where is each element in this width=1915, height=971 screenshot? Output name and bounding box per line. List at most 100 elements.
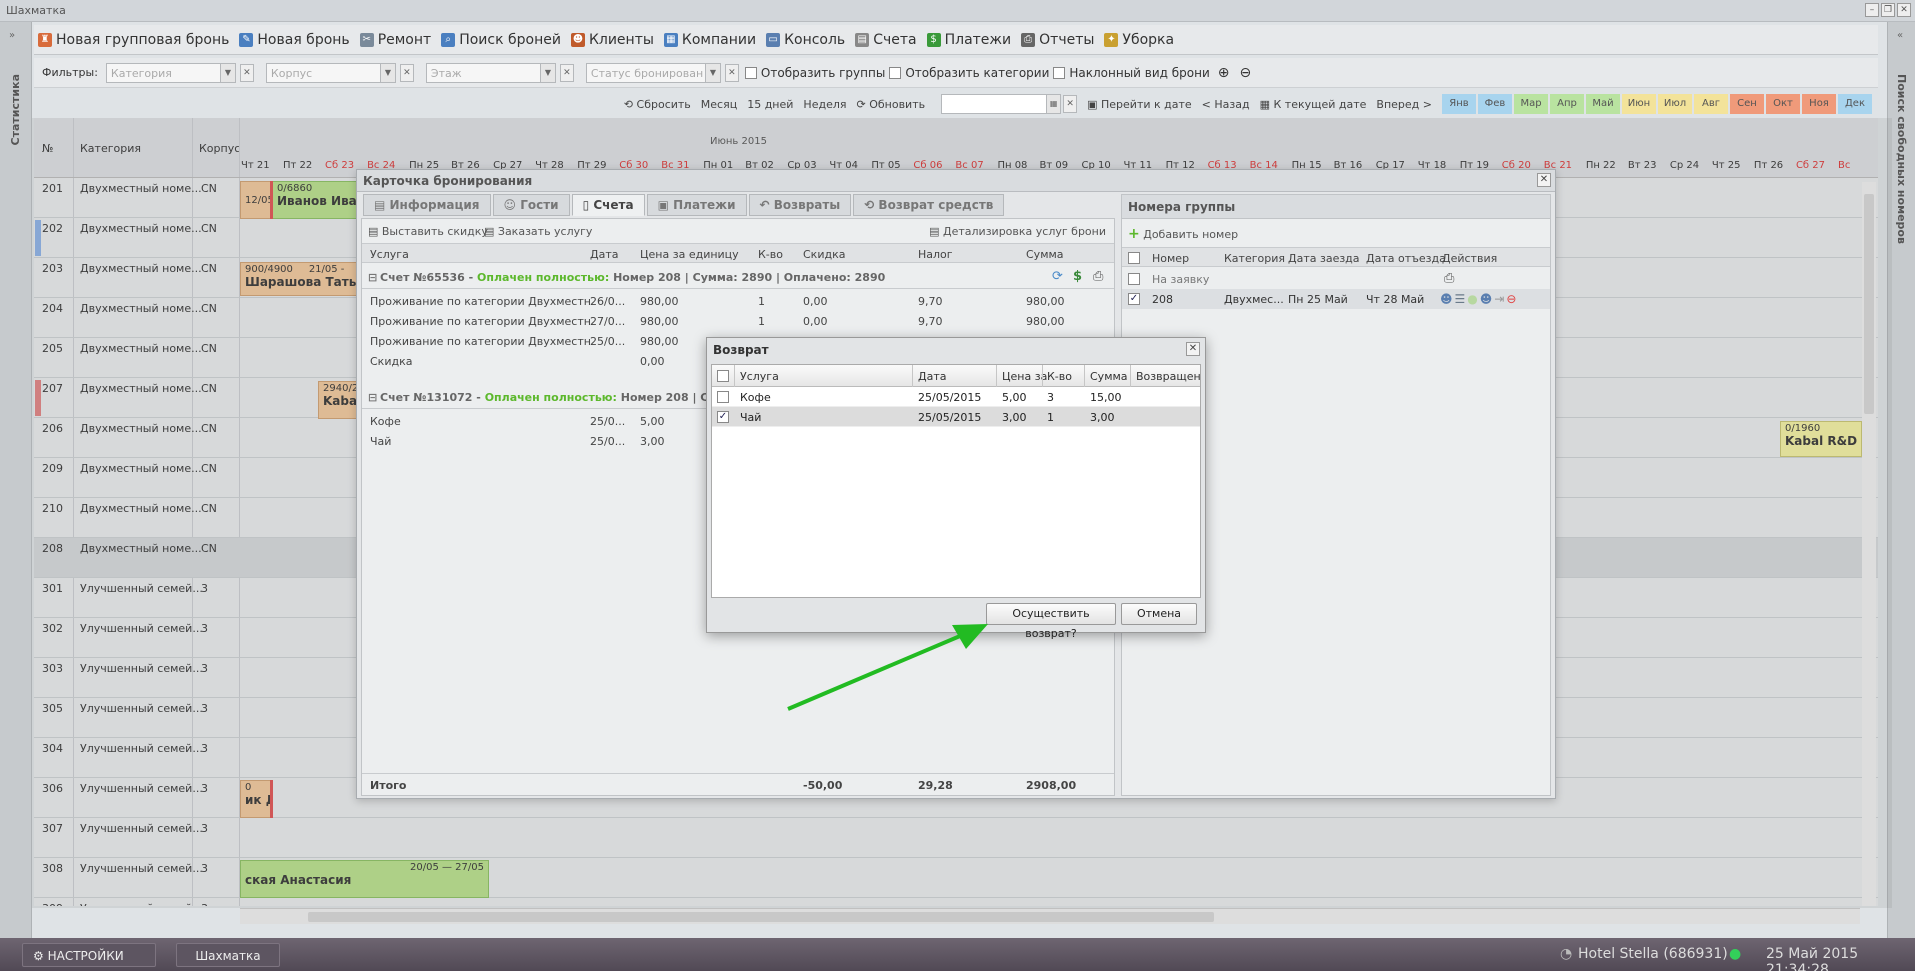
- close-icon[interactable]: ✕: [1537, 173, 1551, 187]
- add-room-button[interactable]: + Добавить номер: [1128, 226, 1238, 242]
- vertical-scrollbar[interactable]: [1862, 182, 1876, 906]
- clear-date-icon[interactable]: ✕: [1063, 95, 1078, 113]
- goto-date-button[interactable]: ▣ Перейти к дате: [1087, 98, 1192, 111]
- group-room-row[interactable]: ✓ 208 Двухмес... Пн 25 Май Чт 28 Май ☻ ☰…: [1122, 289, 1550, 309]
- restore-icon[interactable]: ❐: [1881, 3, 1895, 17]
- date-picker-input[interactable]: ▦: [941, 94, 1062, 114]
- show-categories-checkbox[interactable]: [889, 66, 902, 79]
- back-button[interactable]: < Назад: [1202, 98, 1250, 111]
- floor-filter[interactable]: Этаж ▼: [425, 62, 556, 83]
- show-groups-checkbox[interactable]: [744, 66, 757, 79]
- expand-icon[interactable]: »: [9, 30, 15, 41]
- collapse-icon[interactable]: ⊟: [368, 391, 377, 404]
- chevron-down-icon[interactable]: ▼: [704, 63, 720, 82]
- zoom-in-icon[interactable]: ⊕: [1218, 65, 1230, 81]
- category-filter[interactable]: Категория ▼: [105, 62, 236, 83]
- refund-row-checkbox[interactable]: ✓: [717, 411, 729, 423]
- exit-icon[interactable]: ⇥: [1494, 292, 1504, 306]
- tilted-view-checkbox[interactable]: [1053, 66, 1066, 79]
- collapse-icon[interactable]: «: [1897, 30, 1903, 41]
- invoice-row[interactable]: Проживание по категории Двухместный...27…: [362, 311, 1114, 331]
- month-button[interactable]: Мар: [1514, 94, 1548, 114]
- collapse-icon[interactable]: ⊟: [368, 271, 377, 284]
- close-icon[interactable]: ✕: [1186, 342, 1200, 356]
- user-icon[interactable]: ☻: [1480, 292, 1493, 306]
- tab-money-return[interactable]: ⟲ Возврат средств: [853, 194, 1005, 216]
- guest-icon[interactable]: ☻: [1440, 292, 1453, 306]
- scrollbar-thumb[interactable]: [308, 912, 1214, 922]
- group-request-row[interactable]: На заявку ⎙: [1122, 269, 1550, 289]
- zoom-out-icon[interactable]: ⊖: [1240, 65, 1252, 81]
- month-view-button[interactable]: Месяц: [701, 98, 737, 111]
- tab-guests[interactable]: ☺ Гости: [492, 194, 570, 216]
- clear-floor-icon[interactable]: ✕: [559, 63, 574, 82]
- month-button[interactable]: Ноя: [1802, 94, 1836, 114]
- tab-info[interactable]: ▤ Информация: [363, 194, 491, 216]
- printer-icon[interactable]: ⎙: [1444, 271, 1454, 286]
- check-icon[interactable]: ●: [1467, 292, 1477, 306]
- confirm-refund-button[interactable]: Осуществить возврат?: [986, 603, 1116, 640]
- tab-refunds[interactable]: ↶ Возвраты: [748, 194, 852, 216]
- current-date-button[interactable]: ▦ К текущей дате: [1260, 98, 1367, 111]
- horizontal-scrollbar[interactable]: [240, 908, 1860, 924]
- row-checkbox[interactable]: ✓: [1128, 293, 1140, 305]
- settings-button[interactable]: ⚙ НАСТРОЙКИ: [22, 943, 156, 967]
- cancel-button[interactable]: Отмена: [1121, 603, 1197, 625]
- invoice-row[interactable]: Проживание по категории Двухместный...26…: [362, 291, 1114, 311]
- month-button[interactable]: Авг: [1694, 94, 1728, 114]
- close-icon[interactable]: ✕: [1897, 3, 1911, 17]
- toolbar-group-booking-button[interactable]: ♜ Новая групповая бронь: [38, 32, 229, 48]
- clear-status-icon[interactable]: ✕: [724, 63, 739, 82]
- calendar-icon[interactable]: ▦: [1046, 95, 1061, 113]
- remove-icon[interactable]: ⊖: [1506, 292, 1516, 306]
- toolbar-broom-button[interactable]: ✦ Уборка: [1104, 32, 1174, 48]
- building-filter[interactable]: Корпус ▼: [265, 62, 396, 83]
- minimize-icon[interactable]: –: [1865, 3, 1879, 17]
- toolbar-search-button[interactable]: ⌕ Поиск броней: [441, 32, 561, 48]
- toolbar-company-button[interactable]: ▦ Компании: [663, 32, 756, 48]
- toolbar-wrench-button[interactable]: ✂ Ремонт: [359, 32, 431, 48]
- month-button[interactable]: Сен: [1730, 94, 1764, 114]
- order-service-button[interactable]: ▤ Заказать услугу: [484, 225, 592, 238]
- chevron-down-icon[interactable]: ▼: [219, 63, 235, 82]
- reset-button[interactable]: ⟲ Сбросить: [624, 98, 691, 111]
- toolbar-clients-button[interactable]: ☻ Клиенты: [570, 32, 654, 48]
- chevron-down-icon[interactable]: ▼: [539, 63, 555, 82]
- month-button[interactable]: Фев: [1478, 94, 1512, 114]
- row-checkbox[interactable]: [1128, 273, 1140, 285]
- set-discount-button[interactable]: ▤ Выставить скидку: [368, 225, 488, 238]
- toolbar-console-button[interactable]: ▭ Консоль: [766, 32, 845, 48]
- toolbar-booking-button[interactable]: ✎ Новая бронь: [239, 32, 350, 48]
- printer-icon[interactable]: ⎙: [1093, 269, 1103, 284]
- chevron-down-icon[interactable]: ▼: [379, 63, 395, 82]
- month-button[interactable]: Июн: [1622, 94, 1656, 114]
- statistics-side-panel[interactable]: » Статистика: [0, 22, 32, 938]
- list-icon[interactable]: ☰: [1455, 292, 1466, 306]
- week-view-button[interactable]: Неделя: [803, 98, 846, 111]
- month-button[interactable]: Июл: [1658, 94, 1692, 114]
- select-all-checkbox[interactable]: [717, 370, 729, 382]
- refund-row-checkbox[interactable]: [717, 391, 729, 403]
- service-details-button[interactable]: ▤ Детализировка услуг брони: [929, 225, 1106, 238]
- tab-payments[interactable]: ▣ Платежи: [646, 194, 747, 216]
- month-button[interactable]: Апр: [1550, 94, 1584, 114]
- dollar-icon[interactable]: $: [1073, 269, 1082, 284]
- refund-row[interactable]: Кофе 25/05/2015 5,00 3 15,00: [712, 387, 1200, 407]
- scrollbar-thumb[interactable]: [1864, 194, 1874, 414]
- month-button[interactable]: Май: [1586, 94, 1620, 114]
- refresh-icon[interactable]: ⟳: [1052, 269, 1063, 284]
- tab-invoices[interactable]: ▯ Счета: [571, 194, 645, 216]
- month-button[interactable]: Дек: [1838, 94, 1872, 114]
- status-filter[interactable]: Статус бронирован ▼: [585, 62, 721, 83]
- clear-building-icon[interactable]: ✕: [399, 63, 414, 82]
- select-all-checkbox[interactable]: [1128, 252, 1140, 264]
- month-button[interactable]: Янв: [1442, 94, 1476, 114]
- forward-button[interactable]: Вперед >: [1376, 98, 1432, 111]
- toolbar-printer-button[interactable]: ⎙ Отчеты: [1021, 32, 1094, 48]
- clear-category-icon[interactable]: ✕: [239, 63, 254, 82]
- month-button[interactable]: Окт: [1766, 94, 1800, 114]
- invoice1-group-header[interactable]: ⊟ Счет №65536 - Оплачен полностью: Номер…: [362, 265, 1114, 289]
- 15days-view-button[interactable]: 15 дней: [747, 98, 793, 111]
- refund-row[interactable]: ✓ Чай 25/05/2015 3,00 1 3,00: [712, 407, 1200, 427]
- toolbar-invoice-button[interactable]: ▤ Счета: [855, 32, 917, 48]
